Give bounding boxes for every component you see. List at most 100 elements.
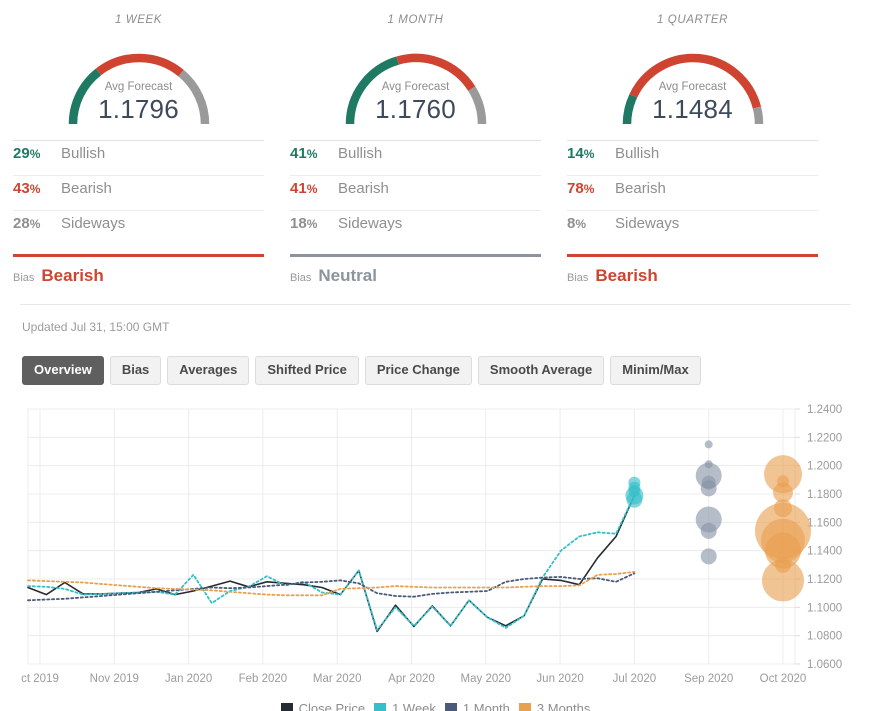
stat-percent-unit: % [306, 182, 318, 196]
x-tick-label: Jul 2020 [613, 673, 656, 684]
forecast-bubble[interactable] [626, 491, 643, 508]
gauge-arc-sideways [467, 86, 486, 125]
stat-percent: 41% [290, 145, 338, 162]
x-tick-label: ct 2019 [21, 673, 59, 684]
y-tick-label: 1.1000 [807, 602, 842, 614]
stat-percent: 43% [13, 180, 61, 197]
tab-averages[interactable]: Averages [167, 356, 250, 385]
tab-price-change[interactable]: Price Change [364, 356, 472, 385]
tab-smooth-average[interactable]: Smooth Average [477, 356, 605, 385]
forecast-panel: 1 QUARTER Avg Forecast 1.1484 14% Bullish 78%… [554, 8, 831, 286]
chart-legend: Close Price 1 Week 1 Month 3 Months [0, 701, 871, 711]
stat-percent: 78% [567, 180, 615, 197]
stat-percent-value: 41 [290, 180, 307, 197]
tab-shifted-price[interactable]: Shifted Price [255, 356, 359, 385]
stat-label: Sideways [338, 215, 403, 232]
stat-percent-value: 78 [567, 180, 584, 197]
stat-percent-unit: % [583, 182, 595, 196]
legend-item[interactable]: 1 Week [374, 701, 436, 711]
legend-label: 1 Month [462, 701, 510, 711]
forecast-bubble[interactable] [700, 522, 717, 539]
stat-percent-value: 14 [567, 145, 584, 162]
stat-percent-value: 28 [13, 215, 30, 232]
stat-label: Sideways [61, 215, 126, 232]
forecast-dashboard: 1 WEEK Avg Forecast 1.1796 29% Bullish 43% Bea… [0, 0, 871, 711]
bias-key-label: Bias [290, 272, 312, 284]
bias-row: Bias Neutral [285, 257, 546, 286]
bias-value: Bearish [595, 266, 658, 285]
bias-key-label: Bias [567, 272, 589, 284]
gauge-arc-bearish [395, 53, 475, 92]
bias-key-label: Bias [13, 272, 35, 284]
stat-percent: 8% [567, 215, 615, 232]
legend-label: Close Price [298, 701, 366, 711]
stat-row: 14% Bullish [567, 141, 818, 176]
legend-swatch-icon [518, 702, 531, 711]
forecast-bubble[interactable] [762, 559, 804, 602]
y-tick-label: 1.1600 [807, 517, 842, 529]
gauge-arc-bullish [345, 56, 399, 125]
sentiment-gauge: Avg Forecast 1.1484 [562, 32, 823, 130]
stat-percent: 28% [13, 215, 61, 232]
stat-percent-unit: % [306, 217, 318, 231]
x-tick-label: Jun 2020 [536, 673, 583, 684]
y-tick-label: 1.0600 [807, 659, 842, 671]
stat-label: Bearish [338, 180, 389, 197]
stat-percent-value: 43 [13, 180, 30, 197]
bias-row: Bias Bearish [562, 257, 823, 286]
bias-value: Bearish [41, 266, 104, 285]
forecast-panel: 1 WEEK Avg Forecast 1.1796 29% Bullish 43% Bea… [0, 8, 277, 286]
tab-overview[interactable]: Overview [22, 356, 104, 385]
sentiment-stats: 41% Bullish 41% Bearish 18% Sideways [285, 141, 546, 245]
sentiment-stats: 14% Bullish 78% Bearish 8% Sideways [562, 141, 823, 245]
stat-percent-unit: % [583, 147, 595, 161]
sentiment-stats: 29% Bullish 43% Bearish 28% Sideways [8, 141, 269, 245]
stat-percent-unit: % [306, 147, 318, 161]
sentiment-gauge: Avg Forecast 1.1796 [8, 32, 269, 130]
sentiment-gauge: Avg Forecast 1.1760 [285, 32, 546, 130]
legend-item[interactable]: 1 Month [444, 701, 510, 711]
x-tick-label: Mar 2020 [313, 673, 362, 684]
gauge-arc-bullish [68, 68, 101, 125]
forecast-chart: 1.2400 1.2200 1.2000 1.1800 1.1600 1.1400 1.12… [0, 399, 871, 699]
forecast-bubble[interactable] [700, 480, 717, 497]
stat-percent-value: 29 [13, 145, 30, 162]
x-tick-label: Sep 2020 [684, 673, 733, 684]
x-tick-label: Feb 2020 [239, 673, 288, 684]
forecast-bubble[interactable] [700, 548, 717, 565]
stat-label: Bearish [615, 180, 666, 197]
y-tick-label: 1.1800 [807, 489, 842, 501]
x-tick-label: Apr 2020 [388, 673, 435, 684]
y-tick-label: 1.0800 [807, 631, 842, 643]
stat-label: Bullish [338, 145, 383, 162]
panel-title: 1 QUARTER [656, 14, 728, 26]
stat-percent-unit: % [575, 217, 587, 231]
legend-label: 3 Months [536, 701, 591, 711]
y-tick-label: 1.1200 [807, 574, 842, 586]
stat-label: Bullish [615, 145, 660, 162]
stat-row: 28% Sideways [13, 211, 264, 245]
legend-swatch-icon [280, 702, 293, 711]
chart-canvas: 1.2400 1.2200 1.2000 1.1800 1.1600 1.1400 1.12… [21, 404, 842, 684]
gauge-svg [622, 53, 763, 125]
forecast-panels: 1 WEEK Avg Forecast 1.1796 29% Bullish 43% Bea… [0, 0, 871, 286]
stat-percent: 18% [290, 215, 338, 232]
gauge-arc-bearish [95, 53, 184, 77]
x-tick-label: Oct 2020 [760, 673, 807, 684]
tab-minim-max[interactable]: Minim/Max [610, 356, 701, 385]
chart-tabs: Overview Bias Averages Shifted Price Price C… [0, 334, 871, 385]
forecast-bubble[interactable] [704, 440, 713, 449]
tab-bias[interactable]: Bias [109, 356, 162, 385]
x-tick-label: Nov 2019 [90, 673, 139, 684]
panel-title: 1 MONTH [387, 14, 444, 26]
legend-item[interactable]: Close Price [280, 701, 366, 711]
y-tick-label: 1.2200 [807, 432, 842, 444]
legend-item[interactable]: 3 Months [518, 701, 591, 711]
bias-row: Bias Bearish [8, 257, 269, 286]
stat-row: 8% Sideways [567, 211, 818, 245]
stat-row: 29% Bullish [13, 141, 264, 176]
x-tick-label: May 2020 [461, 673, 512, 684]
updated-timestamp: Updated Jul 31, 15:00 GMT [22, 320, 170, 334]
stat-label: Bearish [61, 180, 112, 197]
stat-row: 43% Bearish [13, 176, 264, 211]
